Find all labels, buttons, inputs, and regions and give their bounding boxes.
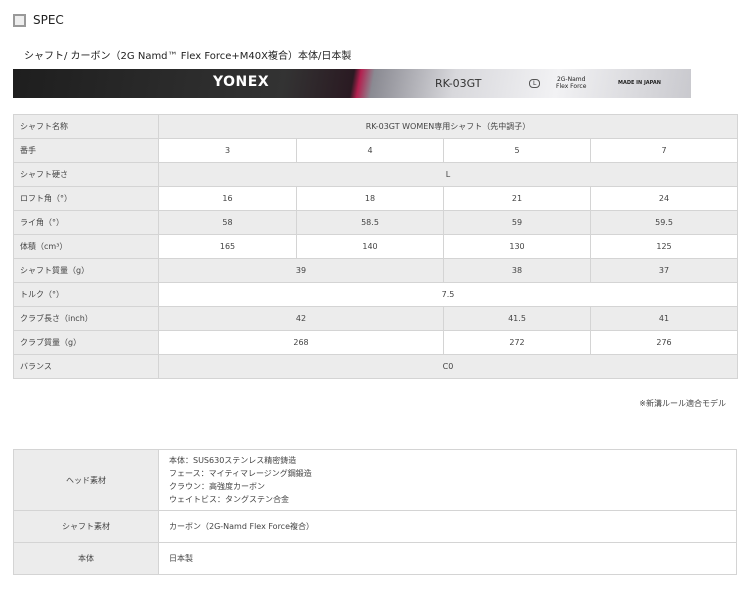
cell: 16 [158,186,297,211]
cell: 日本製 [158,542,737,575]
table-row: トルク（°） 7.5 [13,282,739,307]
yonex-logo: YONEX [213,74,270,90]
row-label: クラブ長さ（inch） [13,306,159,331]
line: 本体：SUS630ステンレス精密鋳造 [169,456,297,465]
table-row: 体積（cm³） 165 140 130 125 [13,234,739,259]
row-label: シャフト硬さ [13,162,159,187]
cell: 24 [589,186,739,211]
cell: 268 [158,330,444,355]
table-row: シャフト素材 カーボン（2G-Namd Flex Force複合） [13,510,737,543]
cell: RK-03GT WOMEN専用シャフト（先中調子） [157,114,739,139]
table-row: 本体 日本製 [13,542,737,575]
shaft-flex-label: L [529,79,541,88]
cell: 39 [158,258,444,283]
row-label: ロフト角（°） [13,186,159,211]
table-row: シャフト名称 RK-03GT WOMEN専用シャフト（先中調子） [13,114,739,139]
line: フェース：マイティマレージング鋼鍛造 [169,469,312,478]
table-row: バランス C0 [13,354,739,379]
table-row: クラブ長さ（inch） 42 41.5 41 [13,306,739,331]
square-icon [13,13,26,27]
row-label: 本体 [13,542,159,575]
cell: 59.5 [589,210,739,235]
row-label: 体積（cm³） [13,234,159,259]
row-label: クラブ質量（g） [13,330,159,355]
section-header: SPEC [13,13,64,27]
cell: 165 [158,234,297,259]
table-row: シャフト硬さ L [13,162,739,187]
shaft-image: YONEX RK-03GT L 2G-Namd Flex Force MADE I… [13,69,691,98]
row-label: ヘッド素材 [13,449,159,511]
table-row: シャフト質量（g） 39 38 37 [13,258,739,283]
cell: 41 [589,306,739,331]
cell: 58 [158,210,297,235]
groove-rule-note: ※新溝ルール適合モデル [639,399,726,408]
row-label: シャフト名称 [13,114,159,139]
table-row: ライ角（°） 58 58.5 59 59.5 [13,210,739,235]
section-title: SPEC [33,13,64,27]
cell: 59 [443,210,591,235]
line: ウェイトビス：タングステン合金 [169,495,289,504]
cell: 125 [589,234,739,259]
shaft-caption: シャフト/ カーボン（2G Namd™ Flex Force+M40X複合）本体… [24,51,352,62]
cell: 5 [443,138,591,163]
cell: 276 [589,330,739,355]
row-label: バランス [13,354,159,379]
tech-top: 2G-Namd [556,76,586,83]
tech-logo: 2G-Namd Flex Force [556,76,586,90]
cell: 41.5 [443,306,591,331]
cell: 本体：SUS630ステンレス精密鋳造フェース：マイティマレージング鋼鍛造 クラウン… [158,449,737,511]
line: クラウン：高強度カーボン [169,482,265,491]
row-label: 番手 [13,138,159,163]
row-label: シャフト素材 [13,510,159,543]
row-label: トルク（°） [13,282,159,307]
cell: カーボン（2G-Namd Flex Force複合） [158,510,737,543]
table-row: ロフト角（°） 16 18 21 24 [13,186,739,211]
cell: 7 [589,138,739,163]
row-label: ライ角（°） [13,210,159,235]
table-row: クラブ質量（g） 268 272 276 [13,330,739,355]
row-label: シャフト質量（g） [13,258,159,283]
cell: C0 [157,354,739,379]
cell: 37 [589,258,739,283]
cell: 38 [443,258,591,283]
tech-bottom: Flex Force [556,83,587,90]
cell: 42 [158,306,444,331]
cell: L [157,162,739,187]
table-row: 番手 3 4 5 7 [13,138,739,163]
cell: 140 [296,234,444,259]
material-table: ヘッド素材 本体：SUS630ステンレス精密鋳造フェース：マイティマレージング鋼… [13,449,737,575]
shaft-model-label: RK-03GT [435,77,482,90]
table-row: ヘッド素材 本体：SUS630ステンレス精密鋳造フェース：マイティマレージング鋼… [13,449,737,511]
cell: 3 [158,138,297,163]
cell: 4 [296,138,444,163]
spec-table: シャフト名称 RK-03GT WOMEN専用シャフト（先中調子） 番手 3 4 5 7 シ… [13,114,739,379]
cell: 7.5 [157,282,739,307]
cell: 272 [443,330,591,355]
cell: 18 [296,186,444,211]
made-in-japan: MADE IN JAPAN [618,80,661,86]
cell: 130 [443,234,591,259]
cell: 21 [443,186,591,211]
cell: 58.5 [296,210,444,235]
